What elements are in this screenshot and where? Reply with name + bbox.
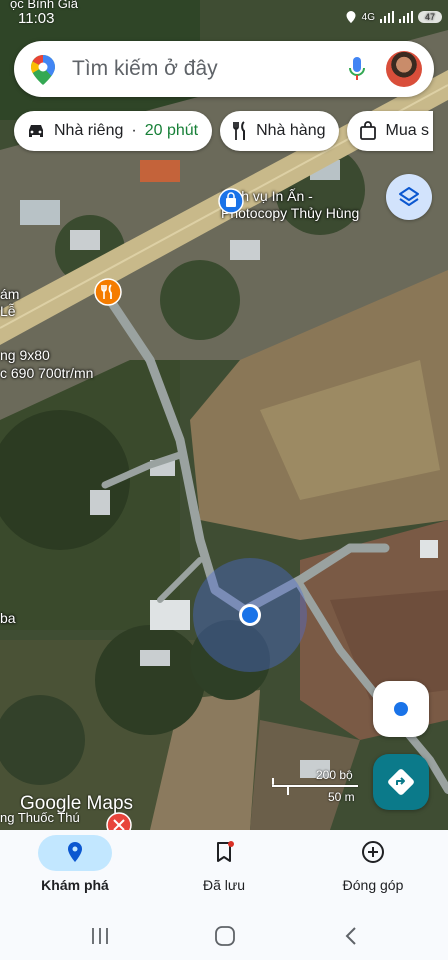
nav-saved-label: Đã lưu: [202, 877, 246, 893]
chip-home-separator: ·: [131, 122, 137, 139]
chip-shopping[interactable]: Mua s: [347, 111, 434, 151]
avatar[interactable]: [386, 51, 422, 87]
nav-contribute-label: Đóng góp: [342, 877, 404, 893]
chip-home-label: Nhà riêng: [54, 122, 124, 139]
add-circle-icon: [362, 841, 384, 863]
status-bar: ọc Bình Giã 11:03 4G 47: [0, 0, 448, 27]
search-input[interactable]: Tìm kiếm ở đây: [72, 57, 218, 81]
layers-button[interactable]: [386, 174, 432, 220]
network-type: 4G: [361, 11, 375, 23]
battery-icon: 47: [418, 11, 442, 23]
bookmark-icon: [217, 841, 234, 862]
shopping-bag-icon: [360, 121, 377, 140]
pharmacy-pin-icon: [106, 812, 132, 830]
mic-icon[interactable]: [347, 55, 367, 83]
bottom-nav: Khám phá Đã lưu Đóng góp: [0, 830, 448, 910]
search-bar[interactable]: Tìm kiếm ở đây: [14, 41, 434, 97]
map-label-ad-2: c 690 700tr/mn: [0, 365, 94, 381]
location-status-icon: [346, 11, 356, 23]
explore-pin-icon: [68, 842, 82, 862]
recent-apps-icon: [92, 928, 108, 944]
map-label-left-1: ám: [0, 286, 20, 302]
restaurant-icon: [233, 121, 246, 140]
home-icon: [215, 926, 235, 946]
my-location-button[interactable]: [373, 681, 429, 737]
signal-icon: [380, 11, 394, 23]
map-scale: 200 bộ 50 m: [270, 768, 360, 804]
map-label-ad-1: ng 9x80: [0, 347, 50, 363]
chip-home[interactable]: Nhà riêng · 20 phút: [14, 111, 213, 151]
chip-restaurants[interactable]: Nhà hàng: [220, 111, 340, 151]
home-button[interactable]: [210, 921, 240, 951]
shopping-icon: [218, 188, 244, 214]
layers-icon: [399, 187, 419, 206]
chip-restaurants-label: Nhà hàng: [256, 122, 326, 139]
quick-chips: Nhà riêng · 20 phút Nhà hàng Mua s: [14, 111, 434, 153]
chip-shopping-label: Mua s: [385, 122, 430, 139]
signal-icon-2: [399, 11, 413, 23]
recent-apps-button[interactable]: [85, 921, 115, 951]
car-icon: [29, 125, 43, 137]
nav-contribute[interactable]: Đóng góp: [303, 830, 443, 910]
map-label-left-2: Lễ: [0, 303, 16, 319]
system-nav-bar: [0, 910, 448, 960]
back-icon: [345, 927, 356, 945]
scale-meters: 50 m: [328, 790, 355, 804]
nav-saved[interactable]: Đã lưu: [154, 830, 294, 910]
my-location-icon: [394, 702, 408, 716]
directions-icon: [388, 769, 414, 795]
map-label-left-mid: ba: [0, 610, 16, 626]
poi-print-shop[interactable]: Dịch vụ In Ấn - Photocopy Thủy Hùng: [218, 188, 359, 222]
maps-pin-icon: [31, 55, 55, 85]
status-time: 11:03: [18, 10, 55, 27]
back-button[interactable]: [336, 921, 366, 951]
nav-explore[interactable]: Khám phá: [5, 830, 145, 910]
chip-home-duration: 20 phút: [144, 122, 199, 139]
nav-explore-label: Khám phá: [41, 877, 109, 893]
scale-feet: 200 bộ: [316, 768, 353, 782]
map-label-bottom: ng Thuốc Thú: [0, 810, 80, 825]
restaurant-pin-icon: [94, 278, 122, 306]
directions-button[interactable]: [373, 754, 429, 810]
